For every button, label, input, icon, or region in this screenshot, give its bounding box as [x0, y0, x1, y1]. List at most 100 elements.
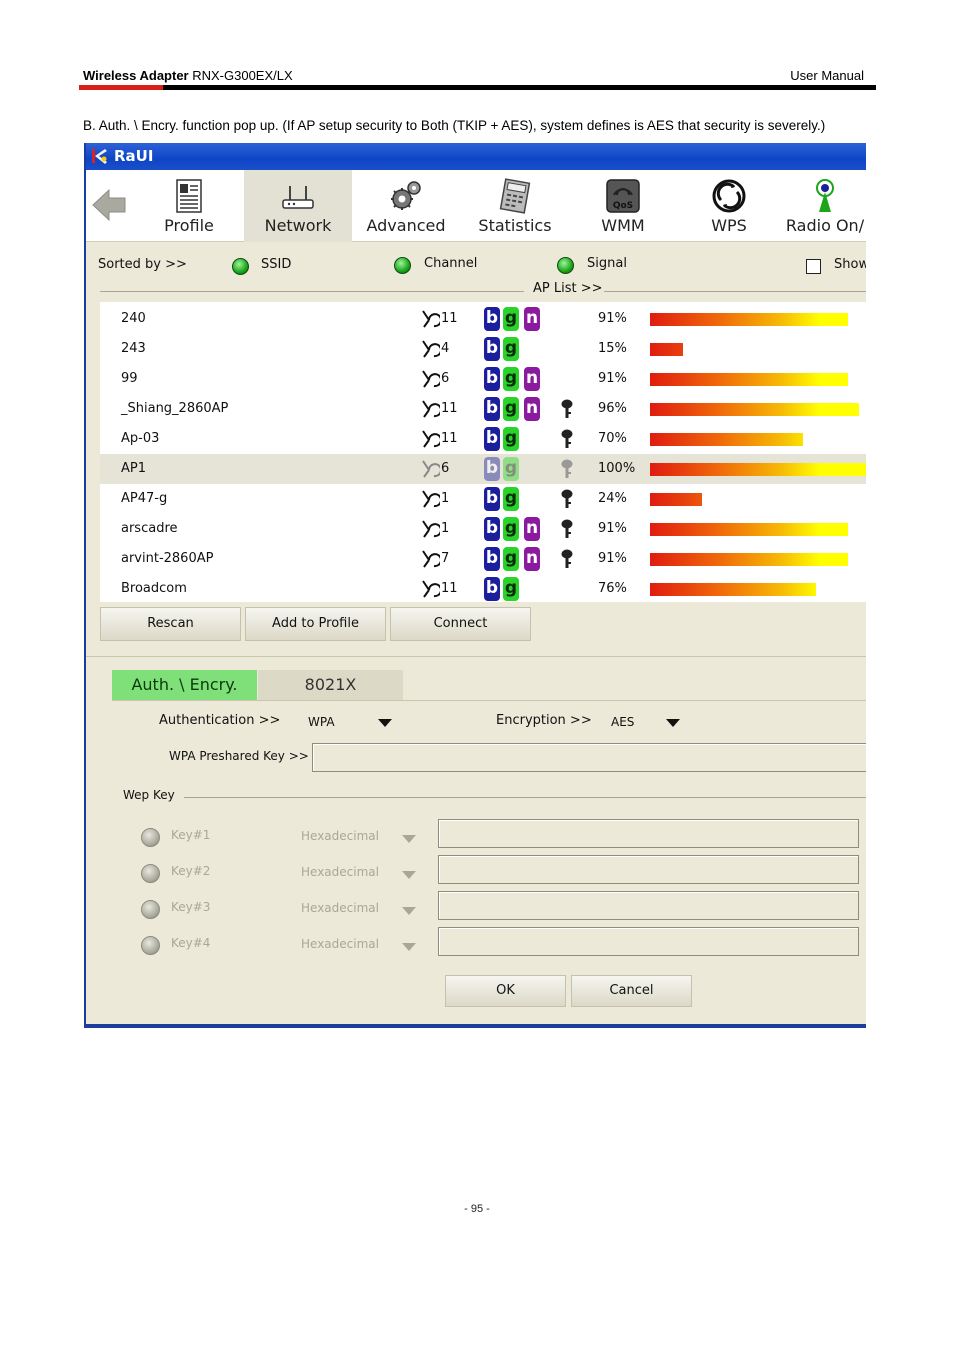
mode-n-badge: n [524, 307, 540, 331]
encryption-value: AES [611, 715, 635, 729]
encryption-select[interactable]: AES [608, 713, 688, 733]
mode-g-badge: g [503, 547, 519, 571]
toolbar-profile[interactable]: Profile [134, 170, 244, 242]
sort-channel-label: Channel [424, 256, 478, 271]
ap-list-row[interactable]: _Shiang_2860AP 11 b g n 96% [100, 394, 866, 424]
authentication-select[interactable]: WPA [304, 713, 394, 733]
ap-channel: 7 [441, 551, 450, 566]
ap-channel: 11 [441, 311, 458, 326]
show-checkbox[interactable] [806, 259, 821, 274]
key-icon [561, 489, 573, 508]
key-icon [561, 549, 573, 568]
ap-ssid: 240 [121, 311, 146, 326]
mode-n-badge: n [524, 547, 540, 571]
ap-list-row[interactable]: Broadcom 11 b g 76% [100, 574, 866, 604]
signal-bar [650, 493, 702, 506]
ap-ssid: AP1 [121, 461, 147, 476]
ap-list-rule-right [604, 291, 866, 292]
wep-key-format-select[interactable]: Hexadecimal [301, 901, 379, 915]
wep-key-input[interactable] [438, 927, 859, 956]
ap-signal-percent: 91% [598, 521, 627, 536]
mode-b-badge: b [484, 457, 500, 481]
mode-b-badge: b [484, 577, 500, 601]
ok-button[interactable]: OK [445, 975, 566, 1007]
raui-window: RaUI Profile Network Advanced Statistics… [84, 143, 866, 1028]
connect-button[interactable]: Connect [390, 607, 531, 641]
channel-icon [422, 580, 440, 598]
toolbar-statistics-label: Statistics [478, 216, 552, 235]
profile-icon [176, 179, 202, 213]
signal-bar [650, 313, 848, 326]
psk-input[interactable] [312, 743, 866, 772]
key-icon [561, 519, 573, 538]
ap-channel: 4 [441, 341, 450, 356]
wep-key-format-select[interactable]: Hexadecimal [301, 865, 379, 879]
channel-icon [422, 460, 440, 478]
toolbar-radio[interactable]: Radio On/ [782, 170, 866, 242]
ap-ssid: 243 [121, 341, 146, 356]
wep-key-input[interactable] [438, 855, 859, 884]
channel-icon [422, 550, 440, 568]
ap-list-row[interactable]: 99 6 b g n 91% [100, 364, 866, 394]
toolbar-advanced[interactable]: Advanced [352, 170, 460, 242]
ap-list-row[interactable]: 240 11 b g n 91% [100, 304, 866, 334]
sort-ssid-radio[interactable] [232, 258, 249, 275]
ap-list-row[interactable]: arscadre 1 b g n 91% [100, 514, 866, 544]
tab-8021x[interactable]: 8021X [258, 670, 403, 700]
mode-g-badge: g [503, 457, 519, 481]
network-icon [282, 186, 314, 209]
wep-key-radio[interactable] [141, 864, 160, 883]
wep-key-radio[interactable] [141, 900, 160, 919]
svg-text:QoS: QoS [613, 201, 633, 211]
ap-list-row[interactable]: AP47-g 1 b g 24% [100, 484, 866, 514]
wep-key-title: Wep Key [123, 788, 175, 802]
ap-list-row[interactable]: 243 4 b g 15% [100, 334, 866, 364]
wep-key-label: Key#4 [171, 936, 211, 950]
wep-key-input[interactable] [438, 819, 859, 848]
sort-channel-radio[interactable] [394, 257, 411, 274]
back-button[interactable] [86, 170, 134, 242]
toolbar-radio-label: Radio On/ [785, 216, 865, 235]
wep-key-radio[interactable] [141, 936, 160, 955]
signal-bar [650, 433, 803, 446]
signal-bar [650, 373, 848, 386]
toolbar-statistics[interactable]: Statistics [460, 170, 570, 242]
cancel-button[interactable]: Cancel [571, 975, 692, 1007]
toolbar-network[interactable]: Network [244, 170, 352, 242]
wep-key-input[interactable] [438, 891, 859, 920]
mode-b-badge: b [484, 397, 500, 421]
wep-key-format-select[interactable]: Hexadecimal [301, 937, 379, 951]
tab-auth-encry[interactable]: Auth. \ Encry. [112, 670, 257, 700]
advanced-icon [391, 181, 421, 210]
key-icon [561, 399, 573, 418]
raui-app-icon [92, 149, 107, 164]
mode-b-badge: b [484, 307, 500, 331]
toolbar-wps[interactable]: WPS [676, 170, 782, 242]
ap-list-label: AP List >> [533, 281, 603, 296]
ap-list-row[interactable]: AP1 6 b g 100% [100, 454, 866, 484]
wep-key-radio[interactable] [141, 828, 160, 847]
toolbar: Profile Network Advanced Statistics QoS … [86, 170, 866, 242]
chevron-down-icon [666, 719, 680, 727]
ap-list-row[interactable]: arvint-2860AP 7 b g n 91% [100, 544, 866, 574]
sort-signal-label: Signal [587, 256, 627, 271]
toolbar-wmm[interactable]: QoS WMM [570, 170, 676, 242]
mode-b-badge: b [484, 547, 500, 571]
channel-icon [422, 430, 440, 448]
add-to-profile-button[interactable]: Add to Profile [245, 607, 386, 641]
title-bar[interactable]: RaUI [86, 143, 866, 170]
wep-key-format-select[interactable]: Hexadecimal [301, 829, 379, 843]
ap-ssid: AP47-g [121, 491, 168, 506]
signal-bar [650, 583, 816, 596]
ap-list-row[interactable]: Ap-03 11 b g 70% [100, 424, 866, 454]
sort-signal-radio[interactable] [557, 257, 574, 274]
rescan-button[interactable]: Rescan [100, 607, 241, 641]
header-rule [79, 85, 876, 90]
doc-header-title: Wireless Adapter RNX-G300EX/LX [83, 68, 293, 83]
signal-bar [650, 523, 848, 536]
mode-b-badge: b [484, 427, 500, 451]
ap-channel: 6 [441, 461, 450, 476]
ap-channel: 11 [441, 401, 458, 416]
ap-signal-percent: 76% [598, 581, 627, 596]
ap-ssid: Broadcom [121, 581, 187, 596]
